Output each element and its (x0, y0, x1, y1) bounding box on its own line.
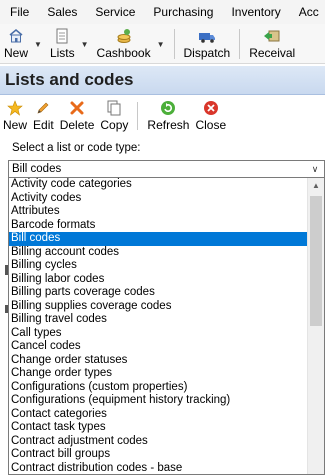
star-icon (7, 100, 23, 116)
dropdown-option[interactable]: Change order types (9, 367, 307, 381)
panel-header: Lists and codes (0, 66, 325, 95)
dropdown-option[interactable]: Contract adjustment codes (9, 435, 307, 449)
new-button[interactable]: New (0, 28, 32, 63)
dropdown-option[interactable]: Barcode formats (9, 219, 307, 233)
dropdown-option[interactable]: Billing parts coverage codes (9, 286, 307, 300)
receivals-icon (264, 30, 280, 42)
dropdown-option[interactable]: Activity code categories (9, 178, 307, 192)
main-toolbar: New ▼ Lists ▼ Cashbook ▼ Dispatch Receiv… (0, 24, 325, 64)
copy-label: Copy (100, 118, 129, 132)
dropdown-option[interactable]: Call types (9, 327, 307, 341)
copy-icon (107, 100, 121, 116)
list-type-label: Select a list or code type: (12, 142, 141, 154)
toolbar-separator (239, 29, 241, 59)
dropdown-option[interactable]: Contact categories (9, 408, 307, 422)
list-type-select-value: Bill codes (12, 163, 62, 175)
menu-sales[interactable]: Sales (37, 0, 85, 24)
panel-toolbar: New Edit Delete Copy Refresh Close (0, 96, 325, 134)
menu-purchasing[interactable]: Purchasing (143, 0, 221, 24)
dispatch-label: Dispatch (183, 46, 231, 60)
copy-button[interactable]: Copy (97, 100, 131, 134)
scrollbar-thumb[interactable] (310, 196, 322, 326)
receivals-label: Receival (249, 46, 296, 60)
dropdown-option[interactable]: Attributes (9, 205, 307, 219)
delete-button[interactable]: Delete (57, 100, 98, 134)
lists-icon (56, 28, 68, 44)
receivals-button[interactable]: Receival (245, 28, 299, 63)
panel-toolbar-separator (137, 102, 139, 130)
chevron-down-icon[interactable]: ∨ (308, 161, 322, 177)
delete-x-icon (70, 101, 84, 115)
pencil-icon (37, 102, 49, 114)
edit-label: Edit (33, 118, 54, 132)
delete-label: Delete (59, 118, 95, 132)
menu-bar: File Sales Service Purchasing Inventory … (0, 0, 325, 24)
dropdown-option[interactable]: Contract bill groups (9, 448, 307, 462)
dropdown-option[interactable]: Billing supplies coverage codes (9, 300, 307, 314)
dropdown-option[interactable]: Configurations (custom properties) (9, 381, 307, 395)
dropdown-options: Activity code categories Activity codes At… (9, 178, 307, 475)
dropdown-option[interactable]: Contract distribution codes - base (9, 462, 307, 475)
dropdown-option[interactable]: Activity codes (9, 192, 307, 206)
cashbook-button[interactable]: Cashbook (93, 28, 155, 63)
dropdown-option[interactable]: Contact task types (9, 421, 307, 435)
cashbook-icon (117, 29, 131, 43)
scroll-up-icon[interactable]: ▲ (308, 178, 324, 194)
list-type-select[interactable]: Bill codes ∨ (8, 160, 325, 178)
new-label: New (4, 46, 29, 60)
close-icon (203, 101, 218, 115)
refresh-icon (161, 101, 176, 115)
dropdown-option[interactable]: Billing travel codes (9, 313, 307, 327)
lists-dropdown-arrow-icon[interactable]: ▼ (81, 38, 89, 49)
dropdown-option[interactable]: Configurations (equipment history tracki… (9, 394, 307, 408)
close-label: Close (195, 118, 227, 132)
dropdown-option[interactable]: Bill codes (9, 232, 307, 246)
edit-button[interactable]: Edit (30, 100, 57, 134)
dispatch-truck-icon (198, 33, 215, 43)
dropdown-option[interactable]: Change order statuses (9, 354, 307, 368)
panel-new-label: New (3, 118, 28, 132)
cashbook-dropdown-arrow-icon[interactable]: ▼ (157, 38, 165, 49)
page-title: Lists and codes (5, 70, 134, 89)
lists-button[interactable]: Lists (46, 28, 79, 63)
dropdown-option[interactable]: Cancel codes (9, 340, 307, 354)
toolbar-separator (173, 29, 175, 59)
dropdown-option[interactable]: Billing cycles (9, 259, 307, 273)
dropdown-scrollbar[interactable]: ▲ (307, 178, 324, 474)
close-button[interactable]: Close (192, 100, 229, 134)
dropdown-option[interactable]: Billing labor codes (9, 273, 307, 287)
lists-label: Lists (49, 46, 75, 60)
new-dropdown-arrow-icon[interactable]: ▼ (34, 38, 42, 49)
menu-accounts[interactable]: Acc (289, 0, 325, 24)
refresh-button[interactable]: Refresh (144, 100, 192, 134)
refresh-label: Refresh (147, 118, 190, 132)
new-icon (9, 29, 23, 43)
menu-inventory[interactable]: Inventory (221, 0, 288, 24)
cashbook-label: Cashbook (96, 46, 151, 60)
dispatch-button[interactable]: Dispatch (180, 28, 235, 63)
list-type-dropdown[interactable]: Activity code categories Activity codes At… (8, 178, 325, 475)
dropdown-option[interactable]: Billing account codes (9, 246, 307, 260)
menu-file[interactable]: File (0, 0, 37, 24)
panel-new-button[interactable]: New (0, 100, 30, 134)
menu-service[interactable]: Service (85, 0, 143, 24)
